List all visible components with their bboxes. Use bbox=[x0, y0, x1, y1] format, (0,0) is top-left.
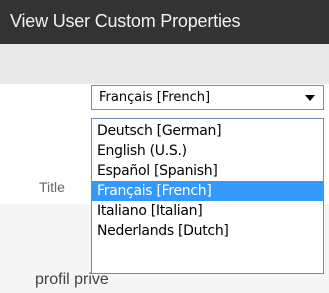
language-dropdown-list: Deutsch [German] English (U.S.) Español … bbox=[91, 118, 324, 274]
chevron-down-icon bbox=[305, 95, 315, 101]
language-option-french[interactable]: Français [French] bbox=[92, 181, 323, 201]
title-bar: View User Custom Properties bbox=[0, 0, 329, 44]
title-label: Title bbox=[39, 179, 65, 195]
language-option-dutch[interactable]: Nederlands [Dutch] bbox=[92, 221, 323, 241]
language-option-english[interactable]: English (U.S.) bbox=[92, 141, 323, 161]
header-area: View User Custom Properties bbox=[0, 0, 329, 84]
language-select-value: Français [French] bbox=[99, 90, 211, 105]
language-option-german[interactable]: Deutsch [German] bbox=[92, 121, 323, 141]
language-option-spanish[interactable]: Español [Spanish] bbox=[92, 161, 323, 181]
page-title: View User Custom Properties bbox=[10, 11, 241, 31]
language-option-italian[interactable]: Italiano [Italian] bbox=[92, 201, 323, 221]
language-select[interactable]: Français [French] bbox=[91, 85, 324, 110]
